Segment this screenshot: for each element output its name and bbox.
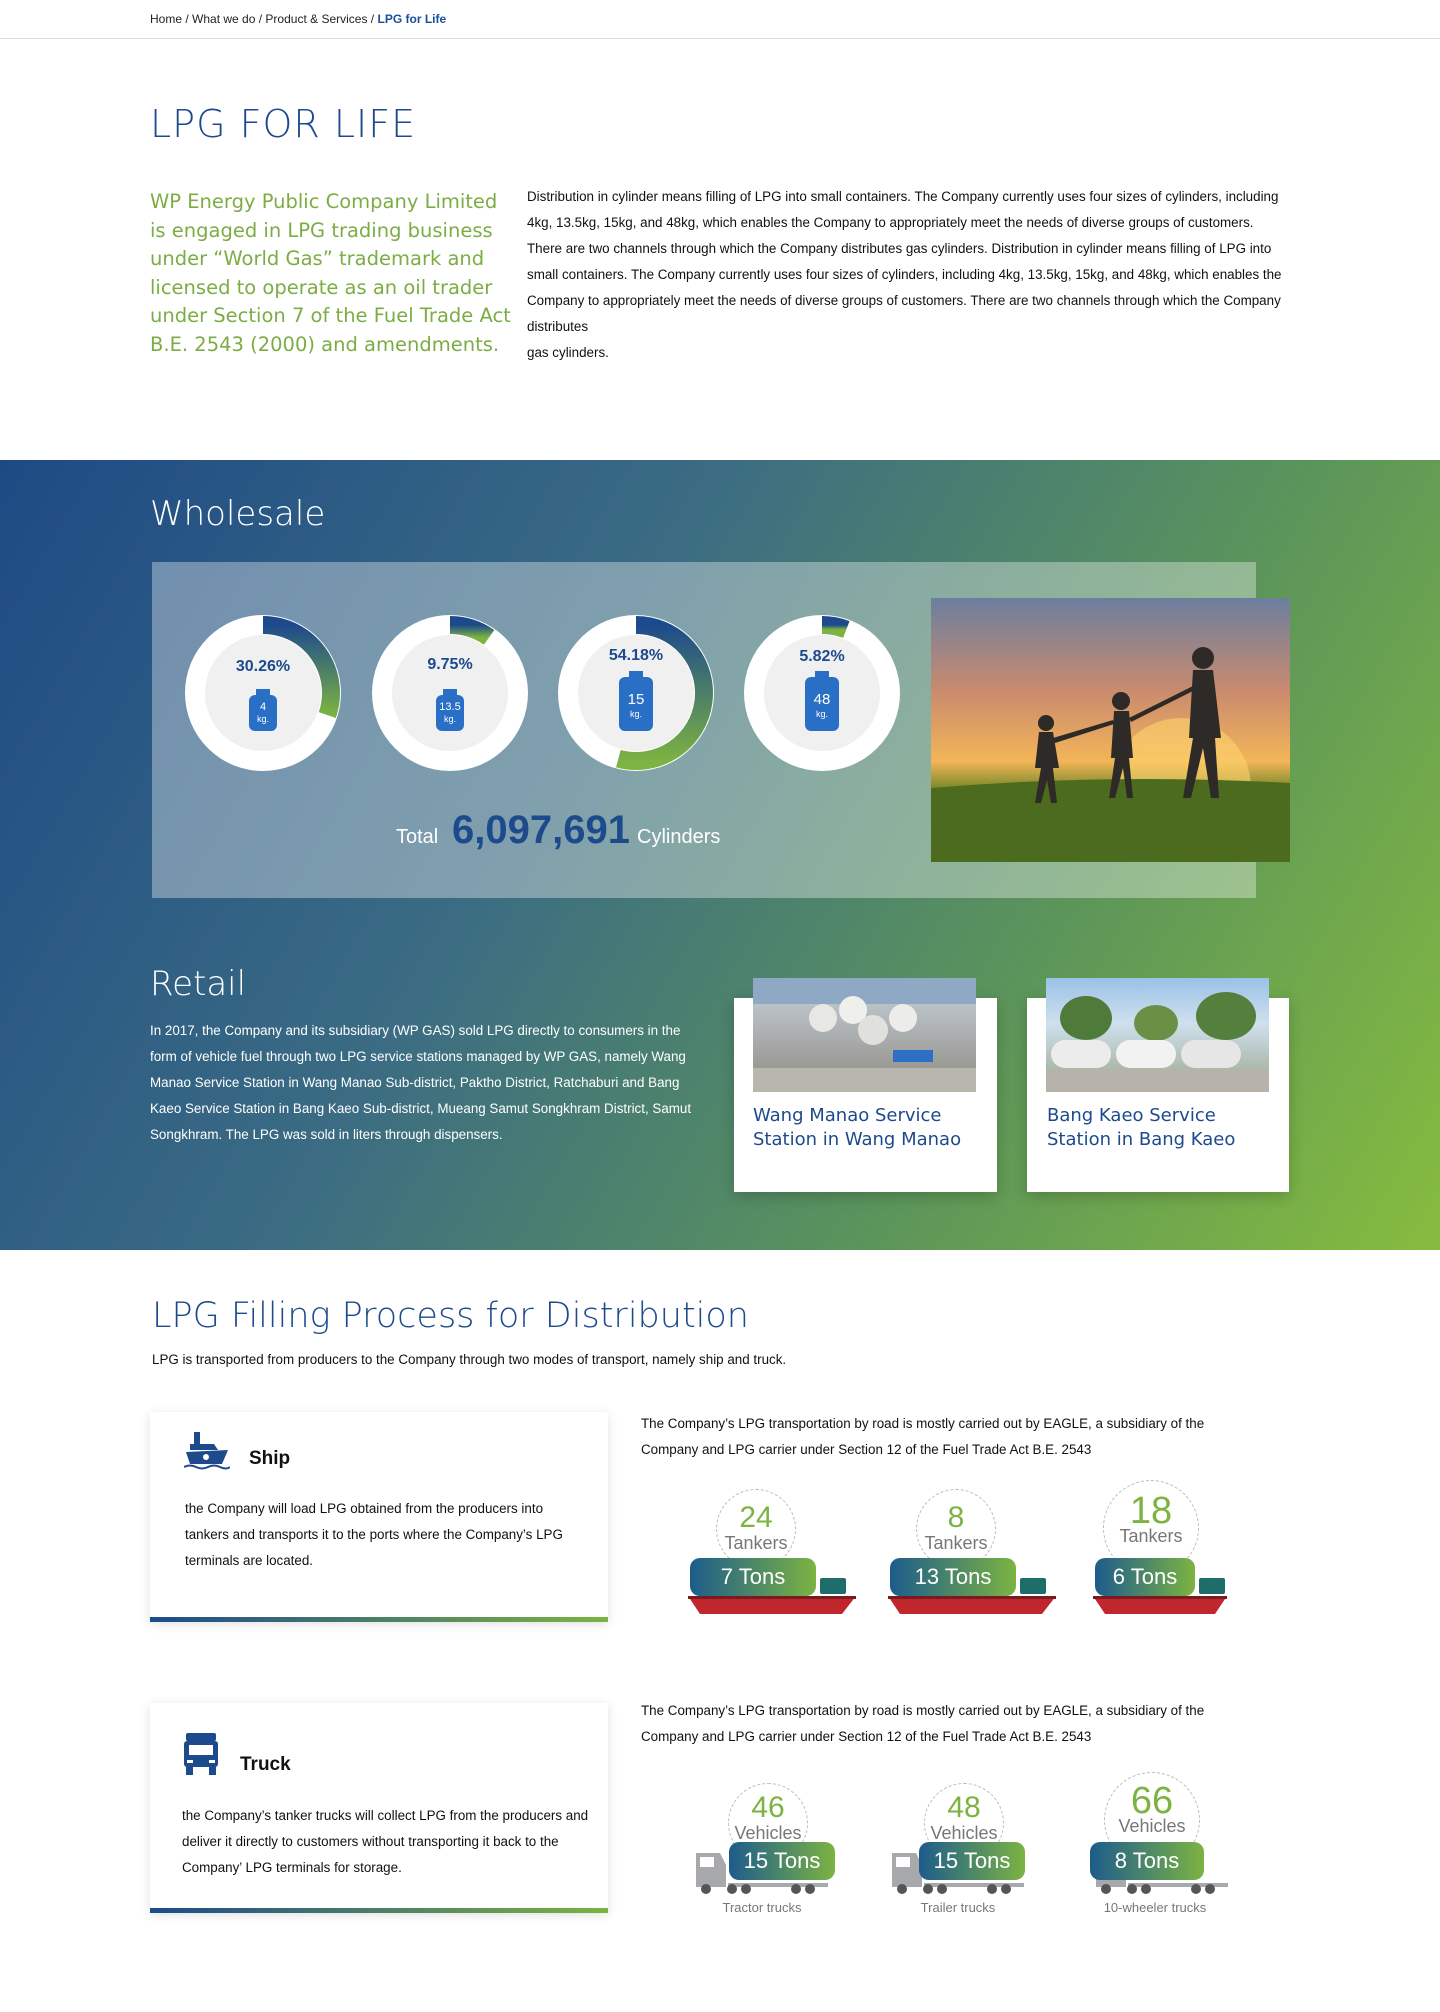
- cylinder-percent: 54.18%: [608, 647, 664, 664]
- count-number: 46: [751, 1791, 785, 1824]
- retail-title: Retail: [150, 964, 247, 1004]
- station-image: [753, 978, 976, 1092]
- ship-heading: Ship: [249, 1448, 291, 1469]
- breadcrumb-sep: /: [367, 12, 378, 26]
- truck-icon: [182, 1733, 220, 1782]
- truck-right-text: The Company’s LPG transportation by road…: [641, 1703, 1205, 1744]
- count-unit: Tankers: [1119, 1526, 1183, 1546]
- donut-slice: [821, 616, 850, 639]
- cylinder-percent: 9.75%: [427, 656, 473, 673]
- cylinder-unit: kg.: [815, 709, 828, 719]
- family-sunset-image: [931, 598, 1290, 862]
- count-number: 8: [947, 1501, 965, 1534]
- count-badge: 8 Tankers: [916, 1489, 996, 1569]
- station-card-wang-manao[interactable]: Wang Manao Service Station in Wang Manao: [734, 978, 997, 1192]
- divider: [0, 38, 1440, 39]
- retail-text: In 2017, the Company and its subsidiary …: [150, 1023, 692, 1142]
- breadcrumb-sep: /: [182, 12, 193, 26]
- capacity-pill: 13 Tons: [890, 1558, 1016, 1596]
- breadcrumb-current: LPG for Life: [377, 12, 447, 26]
- station-name: Bang Kaeo Service Station in Bang Kaeo: [1047, 1105, 1236, 1150]
- ship-right-text: The Company’s LPG transportation by road…: [641, 1416, 1205, 1457]
- lead-text: WP Energy Public Company Limited is enga…: [150, 190, 511, 356]
- cylinder-size: 48: [813, 691, 831, 708]
- ship-hull-icon: [1093, 1596, 1227, 1616]
- count-unit: Vehicles: [930, 1823, 998, 1843]
- ship-deck-icon: [820, 1578, 846, 1594]
- page-title: LPG FOR LIFE: [150, 102, 417, 146]
- capacity-pill: 6 Tons: [1095, 1558, 1195, 1596]
- capacity-pill: 8 Tons: [1090, 1842, 1204, 1880]
- breadcrumb-home-link[interactable]: Home: [150, 12, 182, 26]
- station-card-bang-kaeo[interactable]: Bang Kaeo Service Station in Bang Kaeo: [1027, 978, 1289, 1192]
- station-image: [1046, 978, 1269, 1092]
- ship-deck-icon: [1199, 1578, 1225, 1594]
- breadcrumb-products-link[interactable]: Product & Services: [265, 12, 367, 26]
- cylinder-donut: 48 kg. 5.82%: [744, 615, 900, 771]
- cylinder-donut: 13.5 kg. 9.75%: [372, 615, 528, 771]
- count-number: 48: [947, 1791, 981, 1824]
- cylinder-size: 13.5: [439, 701, 461, 713]
- count-number: 66: [1130, 1780, 1174, 1822]
- cylinder-donut: 4 kg. 30.26%: [185, 615, 341, 771]
- breadcrumb: Home / What we do / Product & Services /…: [150, 12, 446, 26]
- count-unit: Tankers: [924, 1533, 988, 1553]
- cylinder-donut: 15 kg. 54.18%: [558, 615, 714, 771]
- breadcrumb-sep: /: [255, 12, 266, 26]
- ship-hull-icon: [688, 1596, 856, 1616]
- truck-text: the Company’s tanker trucks will collect…: [182, 1808, 589, 1875]
- cylinder-unit: kg.: [256, 714, 269, 724]
- station-name: Wang Manao Service Station in Wang Manao: [753, 1105, 962, 1150]
- count-unit: Vehicles: [1118, 1816, 1186, 1836]
- ship-card: Ship the Company will load LPG obtained …: [150, 1412, 608, 1622]
- card-accent-bar: [150, 1617, 608, 1622]
- cylinder-unit: kg.: [443, 714, 456, 724]
- truck-heading: Truck: [240, 1754, 291, 1775]
- truck-card: Truck the Company’s tanker trucks will c…: [150, 1703, 608, 1913]
- truck-caption: Trailer trucks: [920, 1900, 996, 1915]
- cylinder-percent: 5.82%: [799, 648, 845, 665]
- truck-caption: Tractor trucks: [722, 1900, 802, 1915]
- ship-hull-icon: [888, 1596, 1056, 1616]
- ship-text: the Company will load LPG obtained from …: [185, 1501, 563, 1568]
- filling-subtitle: LPG is transported from producers to the…: [152, 1352, 787, 1367]
- capacity-pill: 15 Tons: [919, 1842, 1025, 1880]
- total-value: 6,097,691: [452, 808, 630, 852]
- intro-text: Distribution in cylinder means filling o…: [527, 184, 1289, 366]
- cylinder-percent: 30.26%: [235, 658, 291, 675]
- cylinder-unit: kg.: [629, 709, 642, 719]
- card-accent-bar: [150, 1908, 608, 1913]
- capacity-pill: 15 Tons: [729, 1842, 835, 1880]
- intro-end: gas cylinders.: [527, 345, 609, 360]
- total-label: Total: [396, 826, 439, 848]
- count-unit: Vehicles: [734, 1823, 802, 1843]
- breadcrumb-what-link[interactable]: What we do: [192, 12, 255, 26]
- count-number: 18: [1129, 1490, 1173, 1532]
- filling-title: LPG Filling Process for Distribution: [152, 1296, 749, 1336]
- cylinder-size: 15: [627, 691, 645, 708]
- count-unit: Tankers: [724, 1533, 788, 1553]
- ship-icon: [183, 1428, 231, 1475]
- ship-deck-icon: [1020, 1578, 1046, 1594]
- total-unit: Cylinders: [637, 826, 721, 848]
- count-badge: 24 Tankers: [716, 1489, 796, 1569]
- truck-caption: 10-wheeler trucks: [1103, 1900, 1207, 1915]
- capacity-pill: 7 Tons: [690, 1558, 816, 1596]
- intro-paragraph: Distribution in cylinder means filling o…: [527, 189, 1282, 334]
- wholesale-title: Wholesale: [150, 494, 326, 534]
- count-number: 24: [739, 1501, 773, 1534]
- cylinder-size: 4: [259, 701, 267, 713]
